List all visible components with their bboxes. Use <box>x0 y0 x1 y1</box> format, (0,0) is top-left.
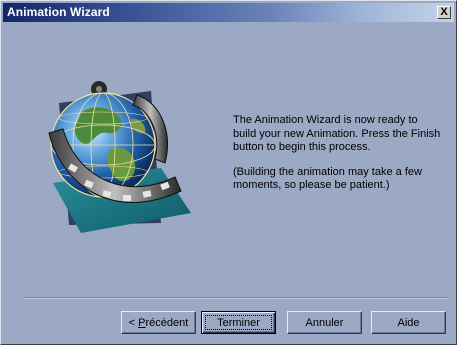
help-button[interactable]: Aide <box>371 311 446 334</box>
window-title: Animation Wizard <box>7 5 110 19</box>
help-label: Aide <box>397 316 420 329</box>
button-separator <box>25 297 449 299</box>
patience-message: (Building the animation may take a few m… <box>233 165 422 192</box>
title-bar[interactable]: Animation Wizard X <box>3 3 454 22</box>
previous-prefix: < <box>128 316 139 329</box>
wizard-message: The Animation Wizard is now ready to bui… <box>233 114 443 204</box>
animation-wizard-dialog: Animation Wizard X The Animation Wizard … <box>0 0 457 345</box>
close-icon: X <box>440 6 448 18</box>
ready-message: The Animation Wizard is now ready to bui… <box>233 114 441 153</box>
previous-label: récédent <box>145 316 189 329</box>
previous-mnemonic: P <box>138 316 146 329</box>
cancel-button[interactable]: Annuler <box>287 311 362 334</box>
finish-button[interactable]: Terminer <box>201 311 276 334</box>
previous-button[interactable]: < Précédent <box>121 311 196 334</box>
close-button[interactable]: X <box>437 6 451 19</box>
globe-film-reel-icon <box>48 81 191 233</box>
focus-rectangle <box>205 315 272 330</box>
cancel-label: Annuler <box>305 316 344 329</box>
